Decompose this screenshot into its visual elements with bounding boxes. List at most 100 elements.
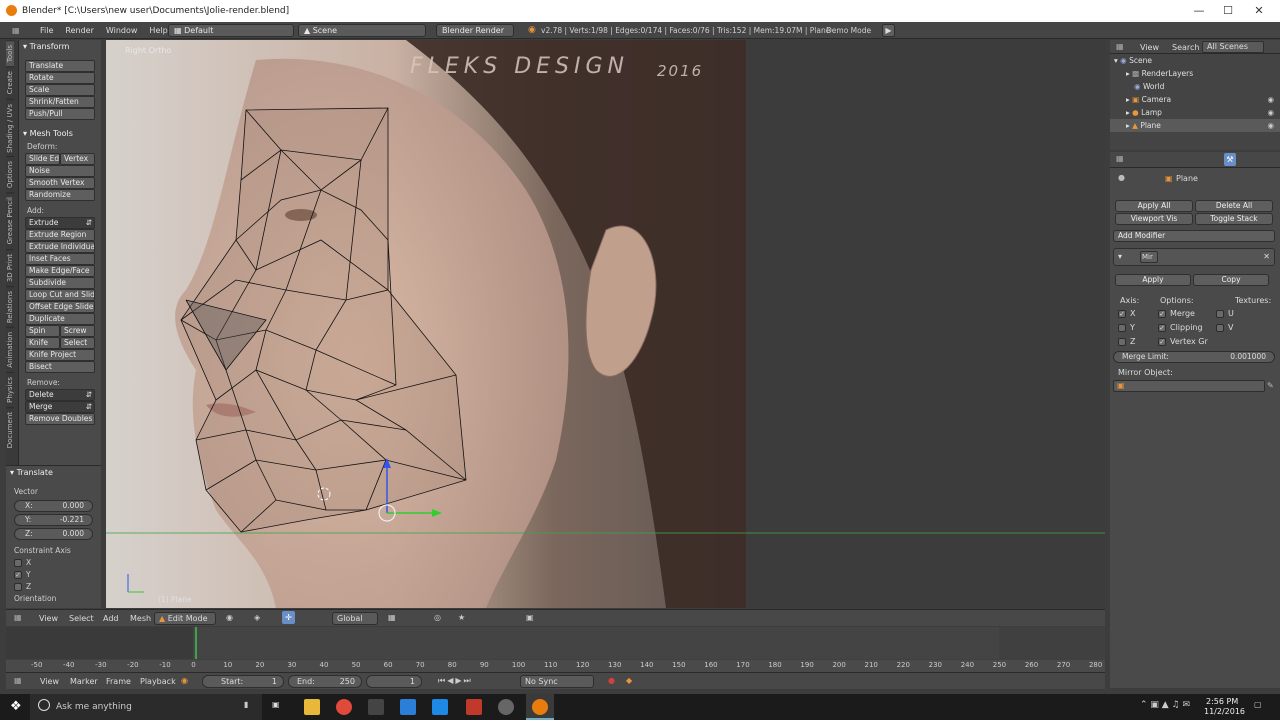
loop-cut-slide-button[interactable]: Loop Cut and Slide	[25, 289, 95, 301]
tab-grease-pencil[interactable]: Grease Pencil	[6, 192, 14, 249]
axis-x-checkbox[interactable]: ✓ X	[1118, 309, 1135, 318]
tab-tools[interactable]: Tools	[6, 40, 14, 67]
properties-editor-icon[interactable]: ▦	[1116, 154, 1124, 163]
chrome-icon[interactable]	[336, 699, 352, 715]
modifier-tab-wrench-icon[interactable]: ⚒	[1224, 153, 1236, 166]
view-menu[interactable]: View	[39, 614, 58, 623]
vector-z-field[interactable]: Z: 0.000	[14, 528, 93, 540]
timeline-view-menu[interactable]: View	[40, 677, 59, 686]
start-frame-field[interactable]: Start: 1	[202, 675, 284, 688]
tab-3d-print[interactable]: 3D Print	[6, 248, 14, 286]
mode-dropdown[interactable]: ▲ Edit Mode	[154, 612, 216, 625]
outliner-item-camera[interactable]: ▸ ▣ Camera ◉	[1110, 93, 1280, 106]
toggle-stack-button[interactable]: Toggle Stack	[1195, 213, 1273, 225]
spin-button[interactable]: Spin	[25, 325, 60, 337]
make-edge-face-button[interactable]: Make Edge/Face	[25, 265, 95, 277]
current-frame-line[interactable]	[195, 627, 197, 659]
shrink-fatten-button[interactable]: Shrink/Fatten	[25, 96, 95, 108]
timeline[interactable]: -50 -40 -30 -20 -10 0 10 20 30 40 50 60 70 80 90 100 110…	[6, 627, 1105, 672]
keying-set-icon[interactable]: ◆	[626, 676, 632, 685]
axis-z-checkbox[interactable]: Z	[1118, 337, 1135, 346]
tab-relations[interactable]: Relations	[6, 285, 14, 328]
layers-icon[interactable]: ▦	[388, 613, 396, 622]
axis-y-checkbox[interactable]: Y	[1118, 323, 1135, 332]
menu-render[interactable]: Render	[65, 26, 93, 35]
layout-selector[interactable]: ▦ Default	[168, 24, 294, 37]
vertex-slide-button[interactable]: Vertex	[60, 153, 95, 165]
view3d-editor-icon[interactable]: ▦	[14, 613, 22, 622]
maximize-button[interactable]: ☐	[1213, 0, 1243, 22]
tab-shading[interactable]: Shading / UVs	[6, 98, 14, 157]
offset-edge-slide-button[interactable]: Offset Edge Slide	[25, 301, 95, 313]
constraint-z-checkbox[interactable]: Z	[6, 581, 101, 593]
screw-button[interactable]: Screw	[60, 325, 95, 337]
app-icon[interactable]	[400, 699, 416, 715]
bisect-button[interactable]: Bisect	[25, 361, 95, 373]
playback-controls-icon[interactable]: ⏮◀▶⏭	[438, 676, 473, 686]
current-frame-field[interactable]: 1	[366, 675, 422, 688]
manipulator-toggle-icon[interactable]: ✛	[282, 611, 295, 624]
remove-modifier-icon[interactable]: ✕	[1263, 252, 1270, 261]
copy-modifier-button[interactable]: Copy	[1193, 274, 1269, 286]
eyedropper-icon[interactable]: ✎	[1267, 381, 1274, 390]
snap-icon[interactable]: ★	[458, 613, 465, 622]
knife-project-button[interactable]: Knife Project	[25, 349, 95, 361]
mesh-menu[interactable]: Mesh	[130, 614, 151, 623]
proportional-edit-icon[interactable]: ◎	[434, 613, 441, 622]
tex-u-checkbox[interactable]: U	[1216, 309, 1234, 318]
minimize-button[interactable]: —	[1184, 0, 1214, 22]
mesh-tools-panel-header[interactable]: ▾ Mesh Tools	[19, 127, 101, 141]
add-menu[interactable]: Add	[103, 614, 119, 623]
menu-file[interactable]: File	[40, 26, 53, 35]
randomize-button[interactable]: Randomize	[25, 189, 95, 201]
pin-icon[interactable]: ●	[1118, 173, 1125, 182]
frame-menu[interactable]: Frame	[106, 677, 131, 686]
outliner-filter-dropdown[interactable]: All Scenes	[1202, 41, 1264, 53]
noise-button[interactable]: Noise	[25, 165, 95, 177]
knife-button[interactable]: Knife	[25, 337, 60, 349]
outliner-item-plane[interactable]: ▸ ▲ Plane ◉	[1110, 119, 1280, 132]
outliner-item-renderlayers[interactable]: ▸ ▩ RenderLayers	[1110, 67, 1280, 80]
delete-all-button[interactable]: Delete All	[1195, 200, 1273, 212]
subdivide-button[interactable]: Subdivide	[25, 277, 95, 289]
playback-menu[interactable]: Playback	[140, 677, 176, 686]
remove-doubles-button[interactable]: Remove Doubles	[25, 413, 95, 425]
orientation-dropdown[interactable]: Global	[332, 612, 378, 625]
rotate-button[interactable]: Rotate	[25, 72, 95, 84]
extrude-individual-button[interactable]: Extrude Individual	[25, 241, 95, 253]
windows-start-icon[interactable]: ❖	[10, 699, 22, 714]
app-icon[interactable]	[466, 699, 482, 715]
mirror-object-field[interactable]: ▣	[1113, 380, 1265, 392]
translate-button[interactable]: Translate	[25, 60, 95, 72]
scene-selector[interactable]: ▲ Scene	[298, 24, 426, 37]
end-frame-field[interactable]: End: 250	[288, 675, 362, 688]
duplicate-button[interactable]: Duplicate	[25, 313, 95, 325]
smooth-vertex-button[interactable]: Smooth Vertex	[25, 177, 95, 189]
3d-viewport[interactable]: Right Ortho FLEKS DESIGN 2016 (1) Plane	[106, 40, 1105, 608]
viewport-vis-button[interactable]: Viewport Vis	[1115, 213, 1193, 225]
close-button[interactable]: ✕	[1244, 0, 1274, 22]
file-explorer-icon[interactable]	[304, 699, 320, 715]
task-view-icon[interactable]: ▣	[272, 700, 280, 709]
clipping-checkbox[interactable]: ✓ Clipping	[1158, 323, 1203, 332]
extrude-dropdown[interactable]: Extrude ⇵	[25, 217, 95, 229]
merge-checkbox[interactable]: ✓ Merge	[1158, 309, 1195, 318]
slide-edge-button[interactable]: Slide Ed	[25, 153, 60, 165]
inset-faces-button[interactable]: Inset Faces	[25, 253, 95, 265]
sync-dropdown[interactable]: No Sync	[520, 675, 594, 688]
app-icon[interactable]	[368, 699, 384, 715]
modifier-name-field[interactable]: Mir	[1140, 251, 1158, 263]
cortana-search-box[interactable]: Ask me anything ▮	[30, 694, 262, 720]
outliner-item-lamp[interactable]: ▸ ● Lamp ◉	[1110, 106, 1280, 119]
visibility-eye-icon[interactable]: ◉	[1267, 119, 1274, 132]
timeline-editor-icon[interactable]: ▦	[14, 676, 22, 685]
push-pull-button[interactable]: Push/Pull	[25, 108, 95, 120]
visibility-eye-icon[interactable]: ◉	[1267, 93, 1274, 106]
delete-dropdown[interactable]: Delete ⇵	[25, 389, 95, 401]
tab-physics[interactable]: Physics	[6, 371, 14, 407]
record-icon[interactable]: ●	[608, 676, 615, 685]
app-icon[interactable]	[432, 699, 448, 715]
merge-limit-field[interactable]: Merge Limit: 0.001000	[1113, 351, 1275, 363]
constraint-x-checkbox[interactable]: X	[6, 557, 101, 569]
select-menu[interactable]: Select	[69, 614, 94, 623]
